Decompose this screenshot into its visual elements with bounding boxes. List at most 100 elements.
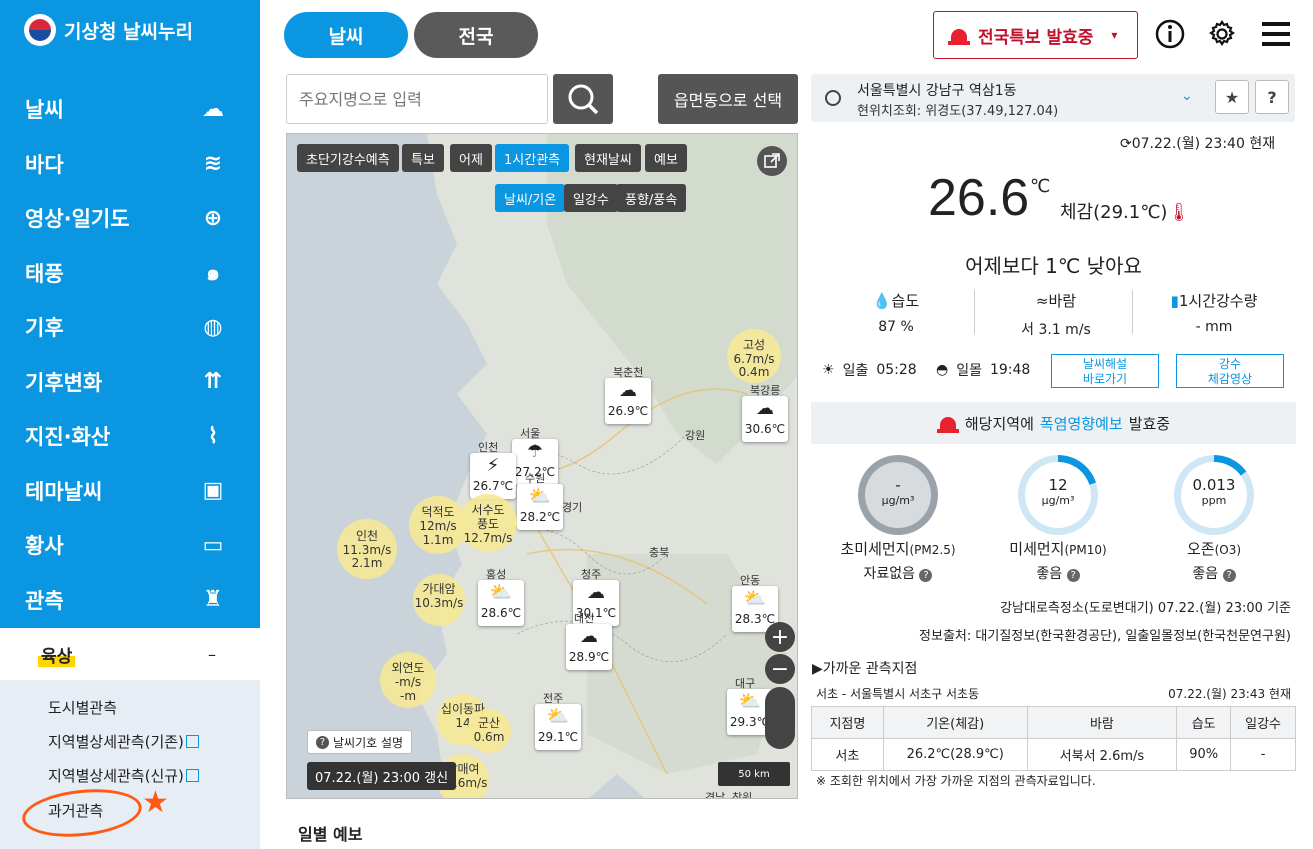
map-layer-toggle[interactable]: [765, 687, 795, 749]
tab-weather[interactable]: 날씨: [284, 12, 408, 58]
sub-item-city-obs[interactable]: 도시별관측: [48, 697, 117, 718]
rain-stat: ▮1시간강수량 - mm: [1170, 292, 1258, 335]
heat-warning-link[interactable]: 폭염영향예보: [1040, 413, 1123, 434]
sub-item-regional-new[interactable]: 지역별상세관측(신규): [48, 765, 199, 786]
air-status: 좋음 ?: [1149, 563, 1279, 583]
map-subtab-0[interactable]: 날씨/기온: [495, 184, 566, 212]
sidebar-item-3[interactable]: 태풍 ๑: [0, 246, 260, 300]
earthquake-icon: ⌇: [207, 423, 219, 449]
sidebar-item-1[interactable]: 바다 ≋: [0, 137, 260, 191]
rain-video-button[interactable]: 강수 체감영상: [1176, 354, 1284, 388]
map-fullscreen-icon[interactable]: [757, 146, 787, 176]
region-select-button[interactable]: 읍면동으로 선택: [658, 74, 798, 124]
location-bar[interactable]: 서울특별시 강남구 역삼1동 현위치조회: 위경도(37.49,127.04) …: [811, 74, 1295, 122]
map-tab-3[interactable]: 1시간관측: [495, 144, 570, 172]
station-label: 안동: [740, 574, 761, 587]
sea-station-bubble[interactable]: 인천 11.3m/s 2.1m: [337, 519, 397, 579]
col-header: 기온(체감): [882, 706, 1028, 739]
search-button[interactable]: [553, 74, 613, 124]
weather-card[interactable]: ⚡ 26.7℃: [470, 453, 516, 499]
weather-map[interactable]: 초단기강수예측 특보 어제 1시간관측 현재날씨 예보 날씨/기온 일강수 풍향/풍속 ☁ 26…: [286, 133, 798, 799]
sea-station-bubble[interactable]: 가대암 10.3m/s: [413, 574, 465, 626]
region-label: 충북: [649, 546, 670, 559]
help-icon: ?: [919, 569, 933, 582]
rising-arrows-icon: ⇈: [203, 369, 223, 394]
help-button[interactable]: ?: [1255, 80, 1289, 114]
station-label: 대전: [574, 612, 595, 625]
search-input[interactable]: [286, 74, 548, 124]
weather-icon: ☁: [587, 582, 605, 603]
weather-card[interactable]: ☁ 30.6℃: [742, 396, 788, 442]
map-tab-1[interactable]: 특보: [402, 144, 444, 172]
station-label: 서울: [520, 427, 541, 440]
station-label: 북강릉: [750, 384, 781, 397]
air-name: 미세먼지(PM10): [1009, 540, 1107, 558]
sidebar-item-7[interactable]: 테마날씨 ▣: [0, 464, 260, 518]
hamburger-menu-icon[interactable]: [1260, 18, 1292, 50]
air-status: 자료없음 ?: [833, 563, 963, 583]
gauge-unit: ppm: [1201, 494, 1227, 507]
weather-icon: ⛅: [489, 582, 513, 603]
sunrise-icon: ☀: [822, 362, 835, 378]
map-tab-2[interactable]: 어제: [450, 144, 492, 172]
zoom-out-button[interactable]: −: [765, 654, 795, 684]
wave-icon: ≋: [203, 151, 223, 176]
table-header-row: 지점명 기온(체감) 바람 습도 일강수: [811, 706, 1296, 739]
location-address: 서울특별시 강남구 역삼1동: [857, 83, 1017, 99]
commentary-button[interactable]: 날씨해설 바로가기: [1051, 354, 1159, 388]
gear-icon[interactable]: [1206, 18, 1238, 50]
nearby-location: 서초 - 서울특별시 서초구 서초동: [816, 687, 980, 701]
collapse-icon[interactable]: –: [208, 645, 216, 664]
map-update-time: 07.22.(월) 23:00 갱신: [307, 762, 457, 790]
map-subtab-2[interactable]: 풍향/풍속: [616, 184, 687, 212]
help-icon: ?: [316, 735, 329, 749]
sea-station-bubble[interactable]: 서수도 풍도 12.7m/s: [459, 494, 517, 552]
col-header: 지점명: [811, 706, 884, 739]
info-icon[interactable]: [1154, 18, 1186, 50]
tab-nation[interactable]: 전국: [414, 12, 538, 58]
sidebar-item-9[interactable]: 관측 ♜: [0, 573, 260, 627]
card-temp: 29.1℃: [537, 730, 579, 744]
weather-card[interactable]: ☁ 28.9℃: [566, 624, 612, 670]
air-station: 강남대로측정소(도로변대기) 07.22.(월) 23:00 기준: [1000, 601, 1291, 616]
sea-station-bubble[interactable]: 고성 6.7m/s 0.4m: [727, 329, 781, 383]
map-tab-0[interactable]: 초단기강수예측: [297, 144, 399, 172]
taegeuk-emblem-icon: [24, 14, 56, 46]
nationwide-alert-button[interactable]: 전국특보 발효중 ▾: [933, 11, 1138, 59]
sea-station-bubble[interactable]: 군산 0.6m: [467, 709, 511, 753]
gauge-value: 12: [1048, 476, 1068, 494]
weather-card[interactable]: ⛅ 28.6℃: [478, 580, 524, 626]
gps-target-icon[interactable]: [825, 90, 841, 106]
sidebar-item-8[interactable]: 황사 ▭: [0, 518, 260, 572]
weather-card[interactable]: ⛅ 29.1℃: [535, 704, 581, 750]
zoom-in-button[interactable]: +: [765, 622, 795, 652]
map-subtab-1[interactable]: 일강수: [564, 184, 618, 212]
sidebar-item-6[interactable]: 지진·화산 ⌇: [0, 409, 260, 463]
sidebar-item-2[interactable]: 영상·일기도 ⊕: [0, 191, 260, 245]
sea-station-bubble[interactable]: 외연도 -m/s -m: [380, 652, 436, 708]
submenu-header[interactable]: 육상 –: [0, 628, 260, 680]
kma-logo[interactable]: 기상청 날씨누리: [24, 14, 193, 46]
legend-button[interactable]: ? 날씨기호 설명: [307, 730, 413, 754]
observation-tower-icon: ♜: [203, 587, 223, 612]
chevron-down-icon[interactable]: ⌄: [1181, 88, 1193, 104]
sub-item-regional-old[interactable]: 지역별상세관측(기존): [48, 731, 199, 752]
sidebar-item-0[interactable]: 날씨 ☁: [0, 82, 260, 136]
region-label: 경남: [705, 791, 726, 799]
map-tab-5[interactable]: 예보: [645, 144, 687, 172]
heat-warning-banner[interactable]: 해당지역에 폭염영향예보 발효중: [811, 402, 1296, 444]
station-label: 인천: [478, 441, 499, 454]
weather-card[interactable]: ☁ 26.9℃: [605, 378, 651, 424]
alert-label: 전국특보 발효중: [978, 27, 1094, 48]
refresh-icon[interactable]: ⟳: [1120, 136, 1132, 152]
current-temperature: 26.6: [928, 169, 1030, 227]
sidebar-item-label: 기후변화: [25, 370, 103, 395]
weather-icon: ☂: [526, 441, 544, 462]
weather-card[interactable]: ⛅ 28.2℃: [517, 484, 563, 530]
map-tab-4[interactable]: 현재날씨: [575, 144, 641, 172]
sidebar-item-4[interactable]: 기후 ◍: [0, 300, 260, 354]
sidebar-item-5[interactable]: 기후변화 ⇈: [0, 355, 260, 409]
globe-thermometer-icon: ◍: [203, 314, 223, 340]
table-cell: 90%: [1176, 738, 1232, 771]
favorite-star-button[interactable]: ★: [1215, 80, 1249, 114]
